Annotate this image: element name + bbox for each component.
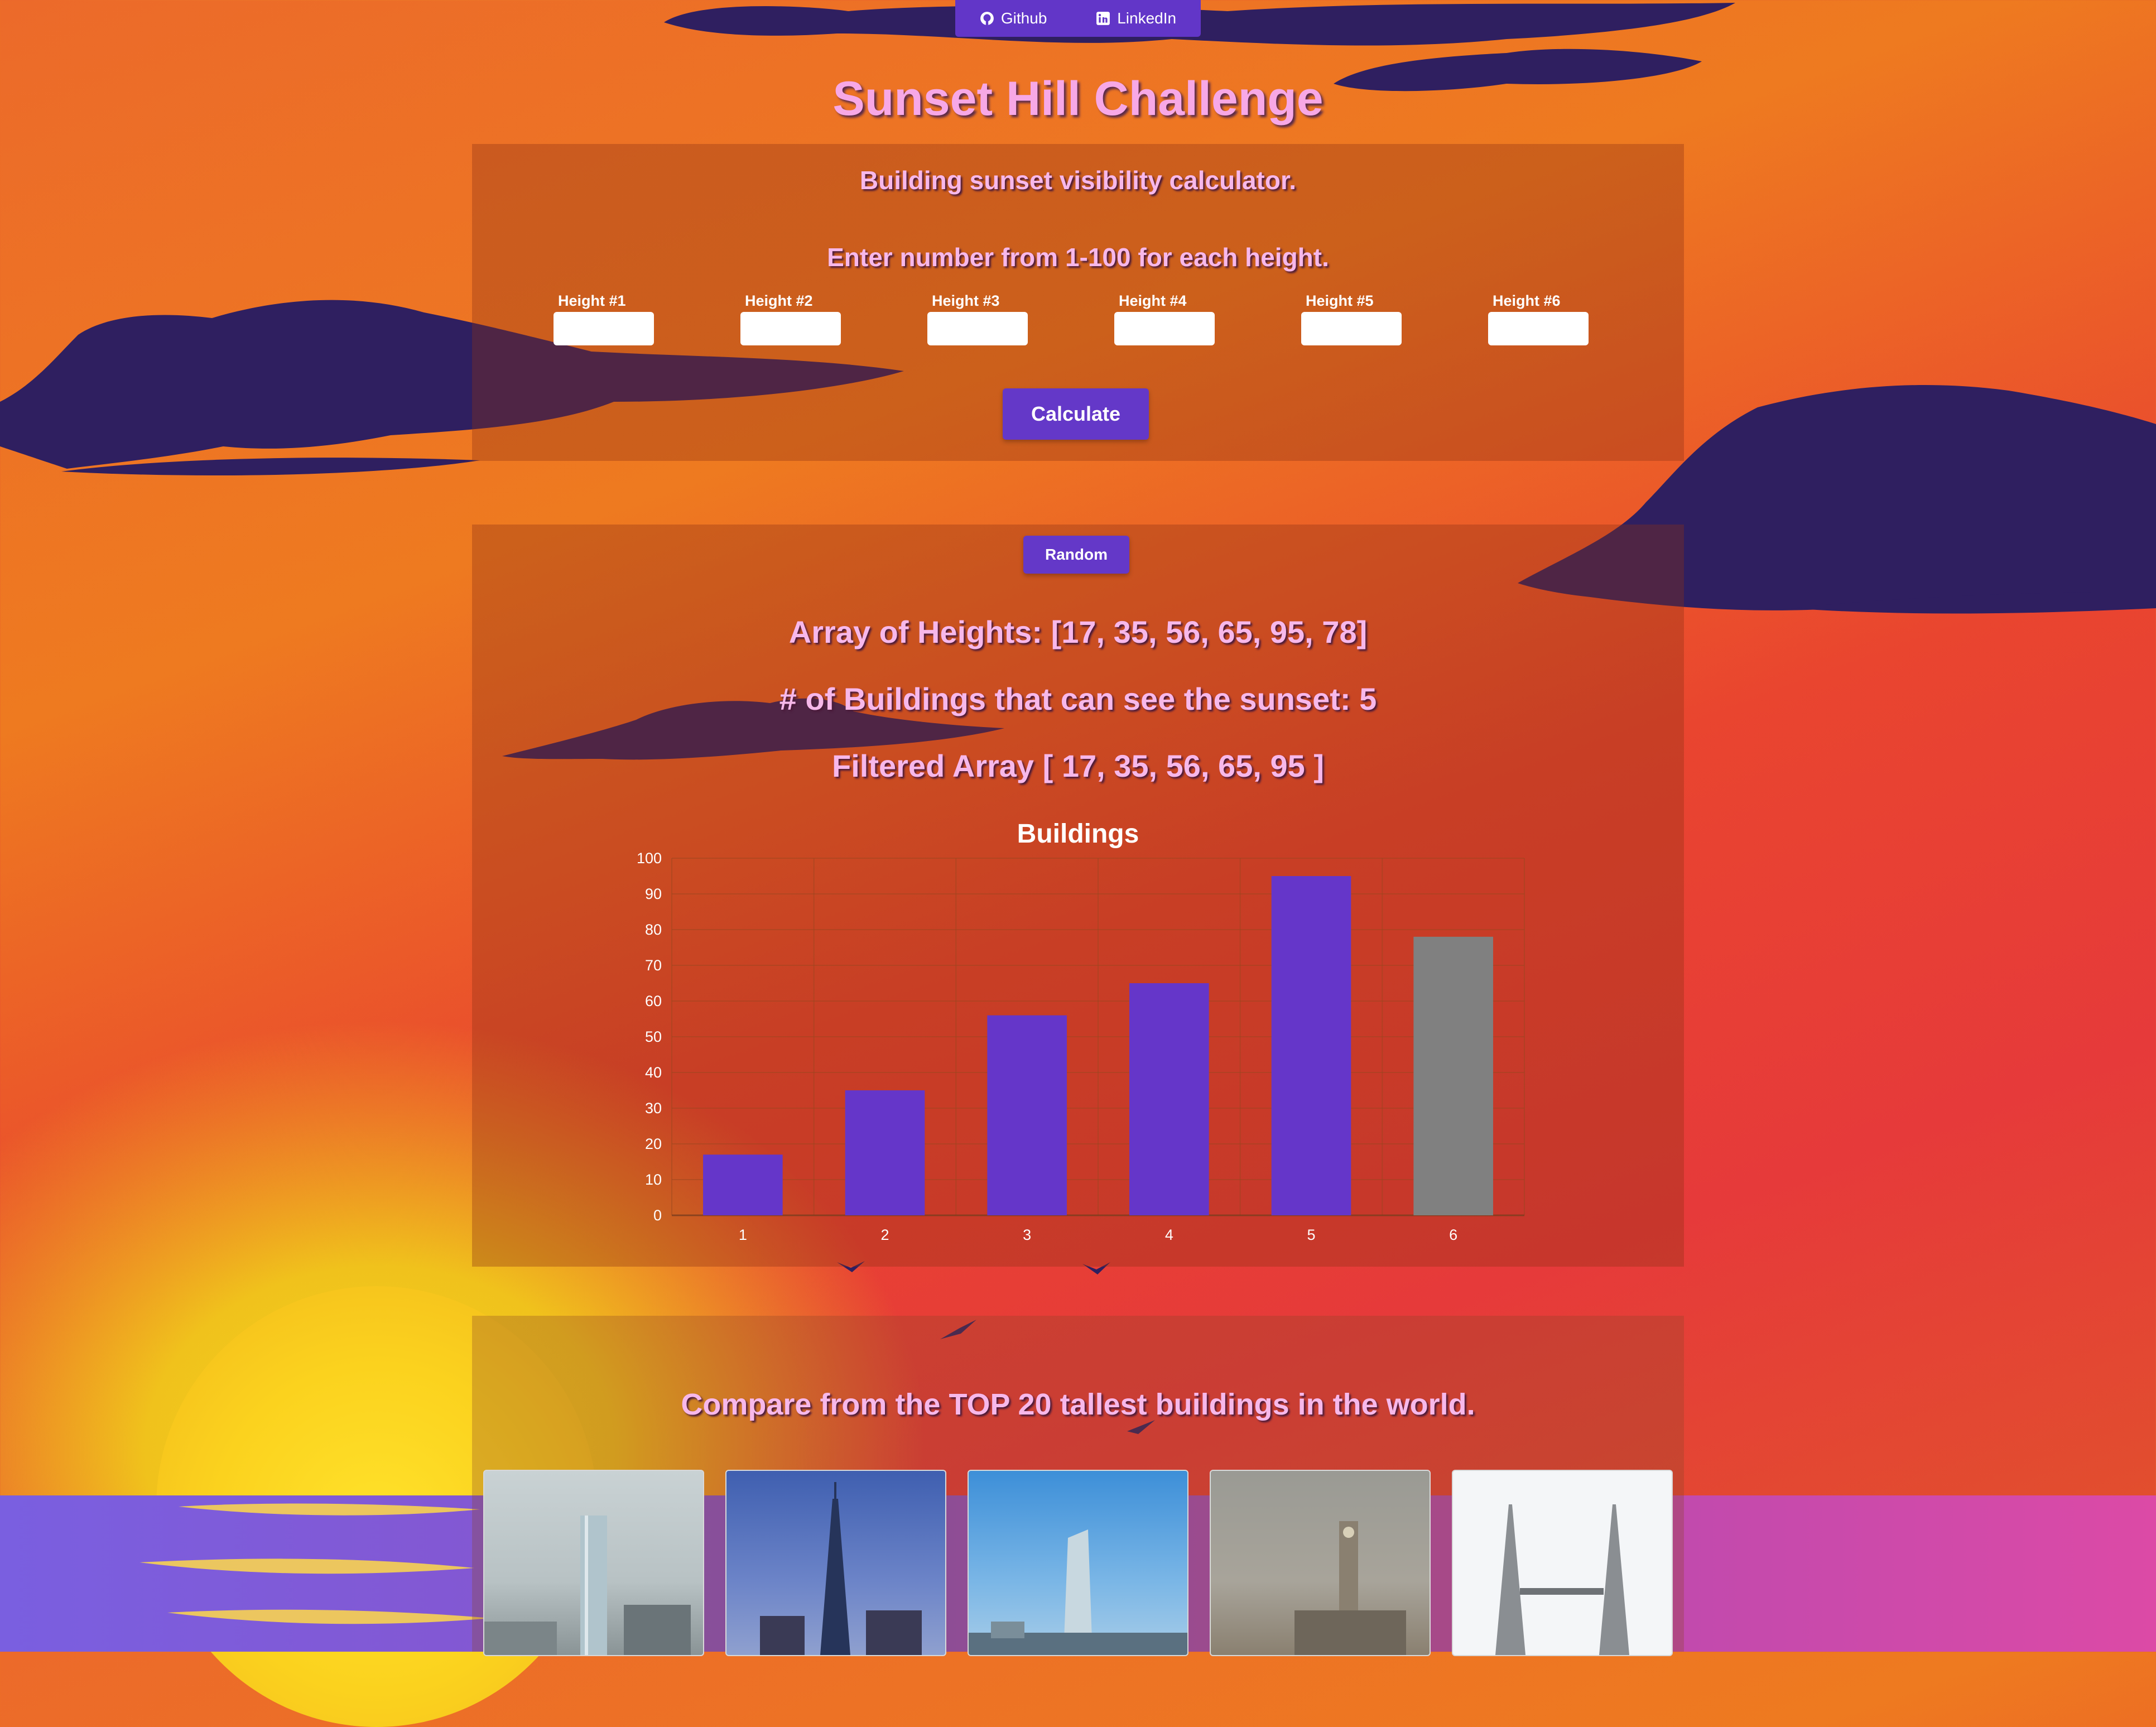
github-icon — [980, 12, 994, 25]
bar-building-6 — [1413, 936, 1493, 1215]
bar-building-4 — [1129, 983, 1209, 1215]
height-label-1: Height #1 — [558, 292, 626, 309]
building-card-1[interactable] — [483, 1470, 704, 1656]
clock-tower-photo — [1294, 1521, 1406, 1655]
y-tick-label: 40 — [645, 1064, 662, 1081]
height-input-1[interactable] — [554, 312, 654, 345]
y-tick-label: 90 — [645, 886, 662, 902]
y-tick-label: 70 — [645, 957, 662, 974]
calculate-button[interactable]: Calculate — [1003, 388, 1149, 440]
height-field-4: Height #4 — [1114, 292, 1215, 345]
building-card-5[interactable] — [1452, 1470, 1673, 1656]
height-input-4[interactable] — [1114, 312, 1215, 345]
y-tick-label: 80 — [645, 921, 662, 938]
height-field-3: Height #3 — [927, 292, 1028, 345]
height-label-3: Height #3 — [932, 292, 1000, 309]
calculator-instruction: Enter number from 1-100 for each height. — [827, 243, 1329, 272]
bar-building-5 — [1271, 876, 1351, 1215]
calculator-panel: Building sunset visibility calculator. E… — [472, 144, 1684, 461]
skyscraper-photo-3 — [969, 1529, 1187, 1655]
github-link[interactable]: Github — [980, 9, 1047, 27]
x-tick-label: 3 — [1023, 1226, 1031, 1243]
buildings-chart: Buildings 0 10 20 30 40 50 60 70 80 90 100 1 2 3 4 5 6 — [637, 819, 1525, 1243]
chart-title: Buildings — [1017, 819, 1139, 849]
x-tick-label: 1 — [739, 1226, 747, 1243]
results-panel: Random Array of Heights: [17, 35, 56, 65… — [472, 525, 1684, 1267]
height-label-4: Height #4 — [1119, 292, 1187, 309]
x-tick-label: 6 — [1449, 1226, 1457, 1243]
height-label-6: Height #6 — [1493, 292, 1561, 309]
bar-building-2 — [845, 1090, 925, 1215]
height-input-5[interactable] — [1301, 312, 1402, 345]
building-card-2[interactable] — [725, 1470, 946, 1656]
building-card-4[interactable] — [1210, 1470, 1431, 1656]
random-button[interactable]: Random — [1023, 536, 1129, 574]
x-tick-label: 4 — [1165, 1226, 1173, 1243]
x-tick-label: 5 — [1307, 1226, 1315, 1243]
array-of-heights: Array of Heights: [17, 35, 56, 65, 95, 7… — [788, 614, 1368, 650]
height-label-5: Height #5 — [1306, 292, 1374, 309]
height-field-5: Height #5 — [1301, 292, 1402, 345]
y-tick-label: 100 — [637, 850, 662, 867]
linkedin-icon — [1096, 12, 1110, 25]
height-field-1: Height #1 — [554, 292, 654, 345]
height-input-6[interactable] — [1488, 312, 1589, 345]
height-label-2: Height #2 — [745, 292, 813, 309]
github-label: Github — [1000, 9, 1047, 27]
sunset-count: # of Buildings that can see the sunset: … — [779, 681, 1377, 716]
calculator-subtitle: Building sunset visibility calculator. — [859, 166, 1297, 195]
top-nav: Github LinkedIn — [955, 0, 1201, 37]
skyscraper-photo-2 — [760, 1482, 922, 1655]
y-tick-label: 30 — [645, 1100, 662, 1117]
y-tick-label: 50 — [645, 1028, 662, 1045]
y-tick-label: 20 — [645, 1136, 662, 1152]
height-input-2[interactable] — [740, 312, 841, 345]
height-input-3[interactable] — [927, 312, 1028, 345]
filtered-array: Filtered Array [ 17, 35, 56, 65, 95 ] — [832, 748, 1324, 783]
skyscraper-photo-1 — [484, 1516, 691, 1655]
twin-towers-photo — [1495, 1504, 1629, 1655]
compare-heading: Compare from the TOP 20 tallest building… — [681, 1388, 1475, 1421]
bar-building-1 — [703, 1154, 783, 1215]
height-field-2: Height #2 — [740, 292, 841, 345]
page-title: Sunset Hill Challenge — [832, 72, 1324, 126]
y-tick-label: 60 — [645, 993, 662, 1009]
height-field-6: Height #6 — [1488, 292, 1589, 345]
y-tick-label: 0 — [653, 1207, 662, 1224]
y-tick-label: 10 — [645, 1171, 662, 1188]
x-tick-label: 2 — [880, 1226, 889, 1243]
bar-building-3 — [987, 1015, 1067, 1215]
linkedin-link[interactable]: LinkedIn — [1096, 9, 1176, 27]
building-card-3[interactable] — [968, 1470, 1188, 1656]
linkedin-label: LinkedIn — [1117, 9, 1177, 27]
